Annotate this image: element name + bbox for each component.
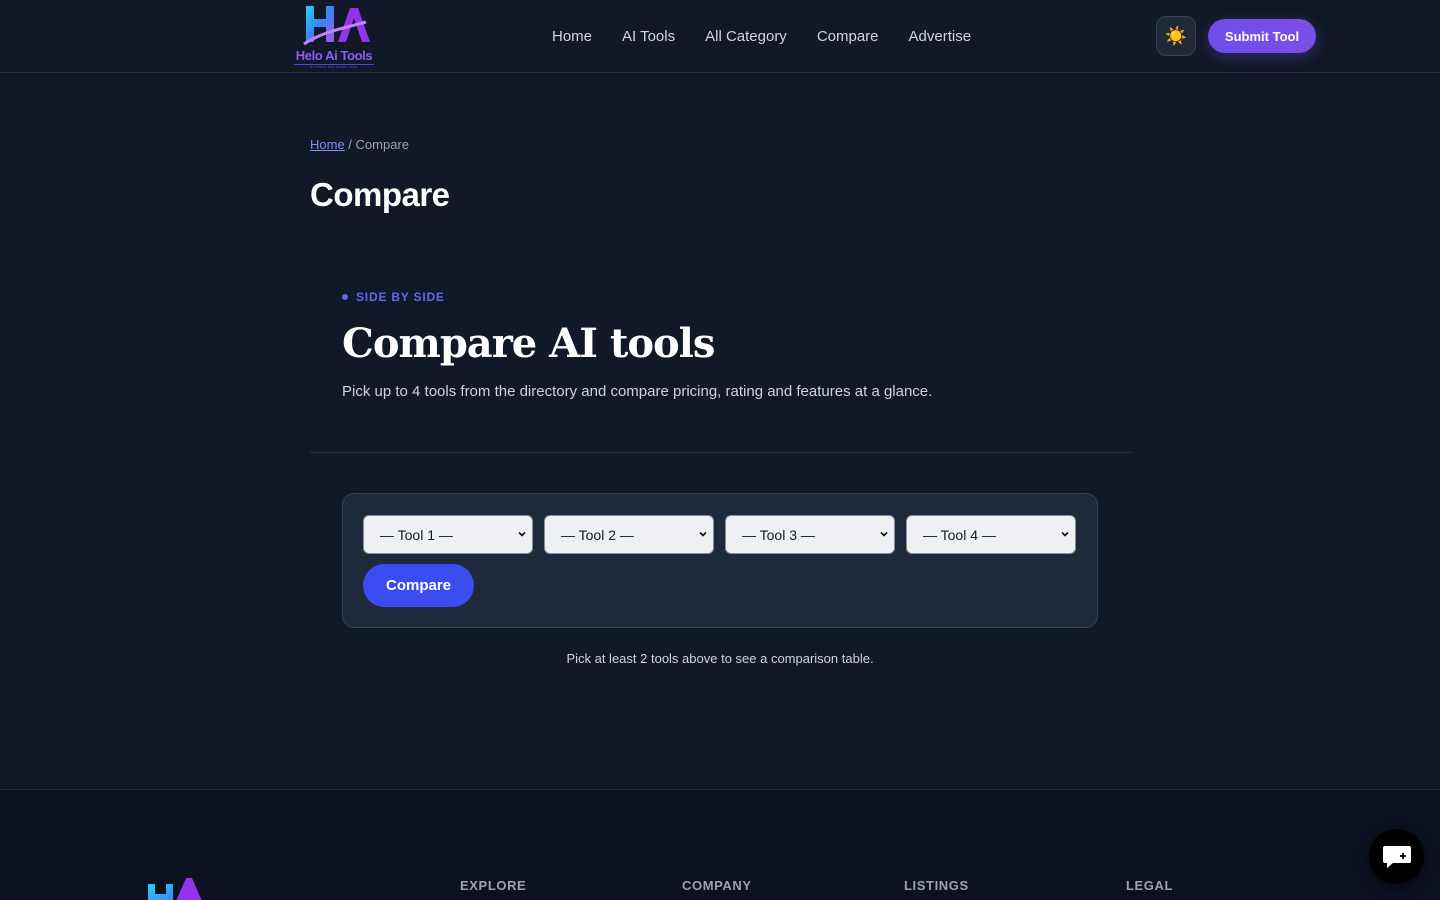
footer-logo-icon[interactable]	[146, 878, 216, 900]
chat-icon	[1382, 845, 1411, 868]
compare-button[interactable]: Compare	[363, 564, 474, 607]
tool-1-select-value: — Tool 1 —	[380, 526, 453, 543]
tool-3-select[interactable]: — Tool 3 —	[725, 515, 895, 554]
footer-heading-listings: LISTINGS	[904, 878, 969, 893]
tool-2-select-value: — Tool 2 —	[561, 526, 634, 543]
logo-text: Helo Ai Tools	[295, 48, 373, 63]
submit-tool-button[interactable]: Submit Tool	[1208, 19, 1316, 53]
breadcrumb-current: Compare	[355, 137, 409, 152]
site-footer: EXPLORE COMPANY LISTINGS LEGAL	[0, 789, 1440, 900]
nav-all-category[interactable]: All Category	[705, 26, 787, 48]
breadcrumb-separator: /	[344, 137, 356, 152]
breadcrumb-home-link[interactable]: Home	[310, 137, 345, 152]
hero-title: Compare AI tools	[342, 320, 715, 367]
compare-hint: Pick at least 2 tools above to see a com…	[566, 651, 874, 666]
section-divider	[310, 452, 1131, 453]
nav-home[interactable]: Home	[552, 26, 592, 48]
logo-mark-icon	[303, 6, 370, 46]
site-logo[interactable]: Helo Ai Tools AI TOOLS FOR EVERY TASK	[292, 2, 376, 70]
nav-advertise[interactable]: Advertise	[909, 26, 972, 48]
main-nav: Home AI Tools All Category Compare Adver…	[552, 26, 971, 48]
tool-1-select[interactable]: — Tool 1 —	[363, 515, 533, 554]
breadcrumb: Home / Compare	[310, 137, 409, 152]
tool-4-select[interactable]: — Tool 4 —	[906, 515, 1076, 554]
theme-toggle-button[interactable]: ☀️	[1156, 16, 1196, 56]
chevron-down-icon	[880, 531, 888, 537]
chat-widget-button[interactable]	[1369, 829, 1424, 884]
nav-ai-tools[interactable]: AI Tools	[622, 26, 675, 48]
hero-subtitle: Pick up to 4 tools from the directory an…	[342, 383, 933, 400]
sun-icon: ☀️	[1164, 25, 1188, 46]
footer-heading-company: COMPANY	[682, 878, 752, 893]
chevron-down-icon	[699, 531, 707, 537]
logo-tagline: AI TOOLS FOR EVERY TASK	[294, 64, 374, 69]
nav-compare[interactable]: Compare	[817, 26, 879, 48]
chevron-down-icon	[1061, 531, 1069, 537]
page-title: Compare	[310, 176, 450, 213]
chevron-down-icon	[518, 531, 526, 537]
tool-3-select-value: — Tool 3 —	[742, 526, 815, 543]
eyebrow-label: SIDE BY SIDE	[356, 290, 445, 304]
footer-heading-explore: EXPLORE	[460, 878, 527, 893]
site-header: Helo Ai Tools AI TOOLS FOR EVERY TASK Ho…	[0, 0, 1440, 73]
tool-2-select[interactable]: — Tool 2 —	[544, 515, 714, 554]
section-eyebrow: SIDE BY SIDE	[342, 290, 445, 304]
compare-panel: — Tool 1 — — Tool 2 — — Tool 3 — — Tool …	[342, 493, 1098, 628]
eyebrow-dot-icon	[342, 294, 348, 300]
tool-4-select-value: — Tool 4 —	[923, 526, 996, 543]
footer-heading-legal: LEGAL	[1126, 878, 1174, 893]
